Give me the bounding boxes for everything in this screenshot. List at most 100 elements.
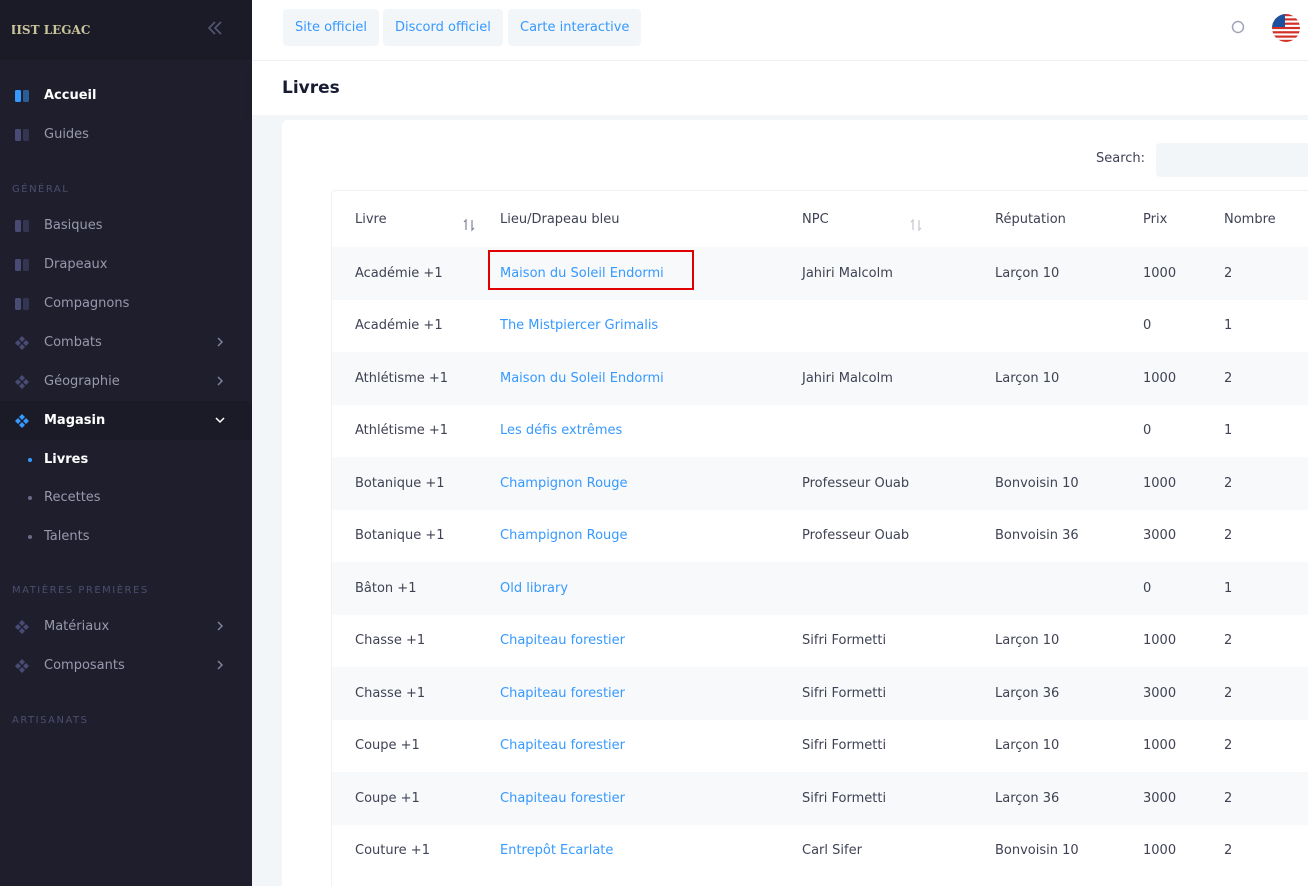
sidebar-item-geographie[interactable]: Géographie bbox=[0, 362, 252, 401]
cell-text: 2 bbox=[1224, 685, 1233, 701]
cell-text: Sifri Formetti bbox=[802, 738, 887, 754]
table-cell: Botanique +1 bbox=[332, 510, 477, 563]
cell-text: Athlétisme +1 bbox=[355, 423, 449, 439]
sidebar-item-label: Matériaux bbox=[44, 619, 110, 634]
column-header-nombre[interactable]: Nombre bbox=[1201, 191, 1308, 247]
link-discord-officiel[interactable]: Discord officiel bbox=[383, 9, 503, 46]
table-cell: Bonvoisin 10 bbox=[972, 825, 1120, 878]
table-cell: Jahiri Malcolm bbox=[779, 247, 972, 300]
section-title-general: GÉNÉRAL bbox=[12, 184, 70, 195]
column-header-prix[interactable]: Prix bbox=[1120, 191, 1201, 247]
sidebar-subitem-livres[interactable]: Livres bbox=[0, 440, 252, 479]
column-header-label: Lieu/Drapeau bleu bbox=[500, 211, 620, 227]
location-link[interactable]: Chapiteau forestier bbox=[500, 686, 625, 701]
table-cell: 2 bbox=[1201, 457, 1308, 510]
table-cell: The Mistpiercer Grimalis bbox=[477, 300, 779, 353]
table-search-input[interactable] bbox=[1156, 143, 1308, 177]
table-cell: 0 bbox=[1120, 300, 1201, 353]
table-cell: Maison du Soleil Endormi bbox=[477, 247, 779, 300]
location-link[interactable]: Chapiteau forestier bbox=[500, 791, 625, 806]
cell-text: 3000 bbox=[1143, 528, 1177, 544]
cell-text: Sifri Formetti bbox=[802, 633, 887, 649]
table-cell: 2 bbox=[1201, 720, 1308, 773]
diamond-icon bbox=[15, 658, 29, 673]
sidebar-item-guides[interactable]: Guides bbox=[0, 115, 252, 154]
location-link[interactable]: Les défis extrêmes bbox=[500, 423, 622, 438]
table-row: Académie +1 Maison du Soleil Endormi Jahir… bbox=[332, 247, 1308, 300]
table-cell: Larçon 10 bbox=[972, 615, 1120, 668]
table-cell: Larçon 36 bbox=[972, 667, 1120, 720]
sidebar-item-composants[interactable]: Composants bbox=[0, 646, 252, 685]
location-link[interactable]: Champignon Rouge bbox=[500, 528, 628, 543]
table-row: Académie +1 The Mistpiercer Grimalis 0 1 bbox=[332, 300, 1308, 353]
table-cell: Chasse +1 bbox=[332, 667, 477, 720]
sidebar-item-label: Géographie bbox=[44, 374, 120, 389]
chevron-right-icon bbox=[217, 337, 224, 347]
table-cell: Champignon Rouge bbox=[477, 457, 779, 510]
location-link[interactable]: Maison du Soleil Endormi bbox=[500, 371, 664, 386]
location-link[interactable]: The Mistpiercer Grimalis bbox=[500, 318, 658, 333]
table-cell: 0 bbox=[1120, 405, 1201, 458]
sidebar-item-magasin[interactable]: Magasin bbox=[0, 401, 252, 440]
cell-text: 2 bbox=[1224, 633, 1233, 649]
sidebar-item-accueil[interactable]: Accueil bbox=[0, 76, 252, 115]
table-cell: Larçon 10 bbox=[972, 247, 1120, 300]
sidebar-item-combats[interactable]: Combats bbox=[0, 323, 252, 362]
location-link[interactable]: Champignon Rouge bbox=[500, 476, 628, 491]
table-cell: Jahiri Malcolm bbox=[779, 352, 972, 405]
sidebar-item-basiques[interactable]: Basiques bbox=[0, 206, 252, 245]
table-cell bbox=[779, 562, 972, 615]
table-cell: Larçon 10 bbox=[972, 352, 1120, 405]
cell-text: Jahiri Malcolm bbox=[802, 370, 893, 386]
location-link[interactable]: Chapiteau forestier bbox=[500, 633, 625, 648]
sidebar-item-label: Accueil bbox=[44, 88, 97, 103]
page-title: Livres bbox=[282, 78, 340, 98]
sidebar-item-drapeaux[interactable]: Drapeaux bbox=[0, 245, 252, 284]
location-link[interactable]: Chapiteau forestier bbox=[500, 738, 625, 753]
link-carte-interactive[interactable]: Carte interactive bbox=[508, 9, 642, 46]
table-row: Couture +1 Entrepôt Ecarlate Carl Sifer Bon… bbox=[332, 825, 1308, 878]
table-row: Coupe +1 Chapiteau forestier Sifri Formett… bbox=[332, 720, 1308, 773]
table-cell: 1 bbox=[1201, 405, 1308, 458]
sidebar-item-materiaux[interactable]: Matériaux bbox=[0, 607, 252, 646]
sidebar-subitem-talents[interactable]: Talents bbox=[0, 517, 252, 556]
column-header-npc[interactable]: NPC bbox=[779, 191, 972, 247]
cell-text: Académie +1 bbox=[355, 318, 443, 334]
table-cell: Botanique +1 bbox=[332, 457, 477, 510]
cell-text: Larçon 10 bbox=[995, 738, 1060, 754]
location-link[interactable]: Old library bbox=[500, 581, 568, 596]
column-header-label: Livre bbox=[355, 211, 387, 227]
table-cell: Coupe +1 bbox=[332, 720, 477, 773]
table-cell: Académie +1 bbox=[332, 247, 477, 300]
column-header-reputation[interactable]: Réputation bbox=[972, 191, 1120, 247]
topbar: Site officiel Discord officiel Carte int… bbox=[252, 0, 1308, 61]
sidebar-subitem-recettes[interactable]: Recettes bbox=[0, 478, 252, 517]
cell-text: Bonvoisin 36 bbox=[995, 528, 1079, 544]
table-cell: Sifri Formetti bbox=[779, 772, 972, 825]
location-link[interactable]: Maison du Soleil Endormi bbox=[500, 266, 664, 281]
cell-text: 1 bbox=[1224, 318, 1233, 334]
table-cell: Les défis extrêmes bbox=[477, 405, 779, 458]
search-icon[interactable] bbox=[1230, 19, 1246, 35]
us-flag-icon[interactable] bbox=[1272, 14, 1300, 42]
column-header-lieu[interactable]: Lieu/Drapeau bleu bbox=[477, 191, 922, 247]
location-link[interactable]: Entrepôt Ecarlate bbox=[500, 843, 613, 858]
link-site-officiel[interactable]: Site officiel bbox=[283, 9, 379, 46]
cell-text: Bâton +1 bbox=[355, 580, 417, 596]
table-cell bbox=[972, 300, 1120, 353]
cell-text: 0 bbox=[1143, 580, 1152, 596]
table-cell: Entrepôt Ecarlate bbox=[477, 825, 779, 878]
cell-text: Chasse +1 bbox=[355, 633, 426, 649]
table-row: Botanique +1 Champignon Rouge Professeur O… bbox=[332, 457, 1308, 510]
column-header-livre[interactable]: Livre bbox=[332, 191, 477, 247]
cell-text: Académie +1 bbox=[355, 265, 443, 281]
double-chevron-left-icon[interactable] bbox=[205, 18, 225, 38]
table-cell: Bonvoisin 10 bbox=[972, 457, 1120, 510]
table-cell: Chapiteau forestier bbox=[477, 615, 779, 668]
table-cell: 2 bbox=[1201, 615, 1308, 668]
subheader: Livres bbox=[252, 61, 1308, 115]
table-cell: 2 bbox=[1201, 825, 1308, 878]
sidebar-item-compagnons[interactable]: Compagnons bbox=[0, 284, 252, 323]
logo[interactable]: MIST LEGACY bbox=[12, 6, 90, 52]
sidebar-item-label: Compagnons bbox=[44, 296, 130, 311]
